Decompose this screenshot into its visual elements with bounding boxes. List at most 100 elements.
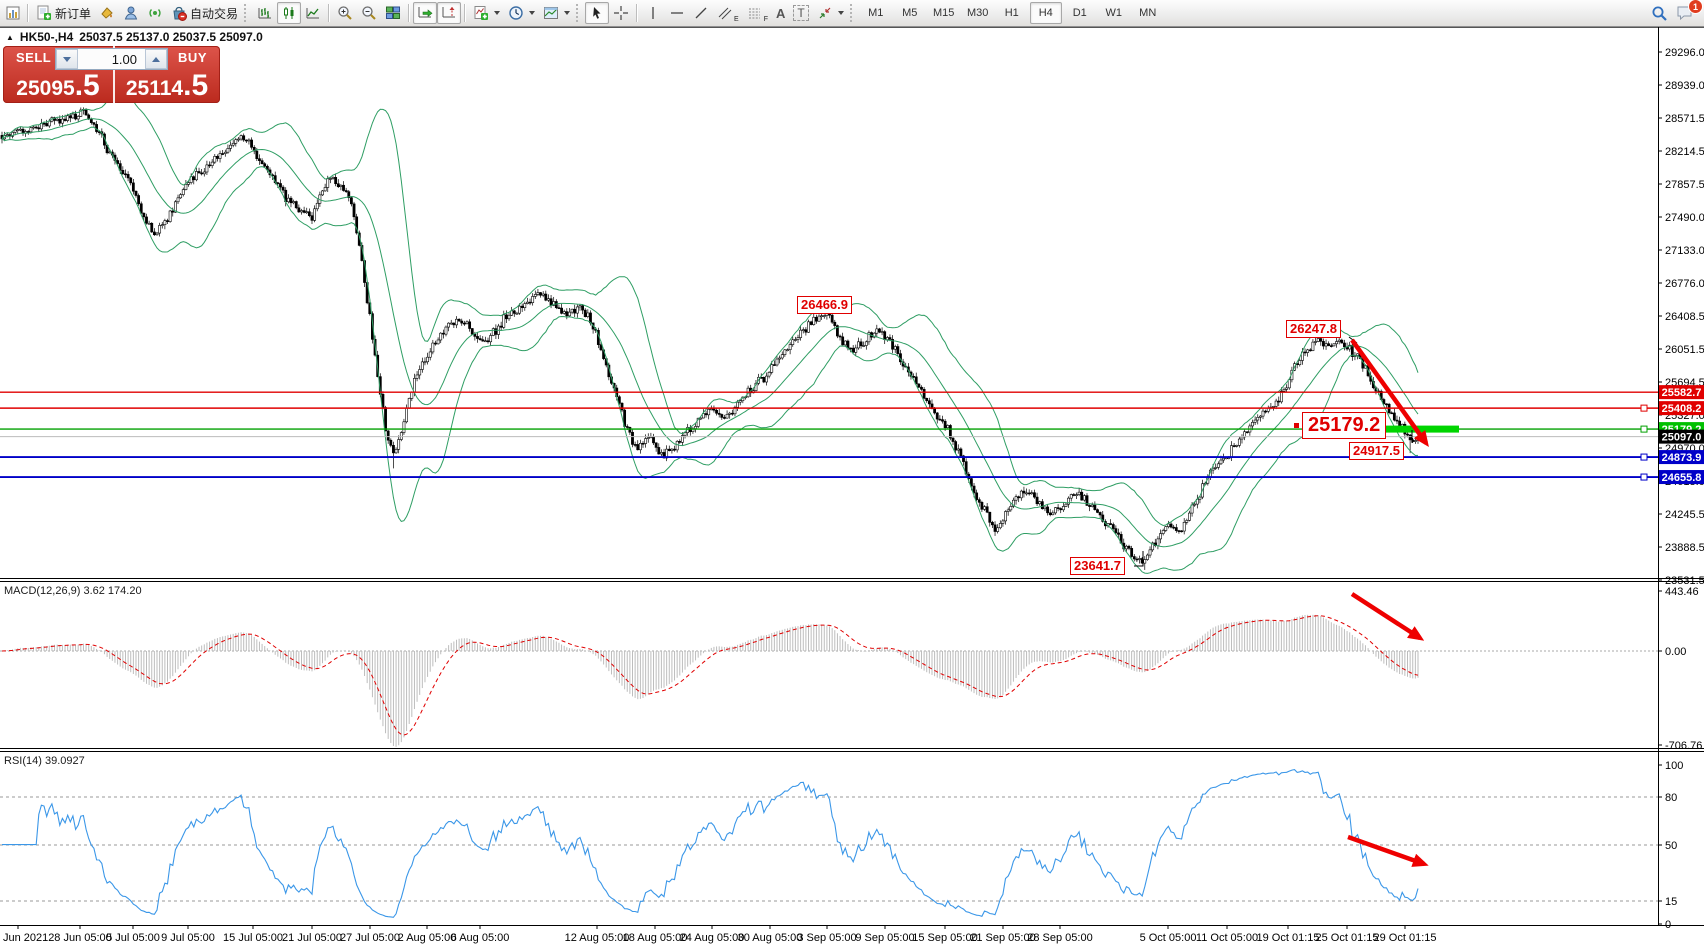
crosshair-tool-button[interactable] <box>609 2 633 24</box>
date-label: 15 Sep 05:00 <box>912 932 977 944</box>
tile-windows-button[interactable] <box>381 2 405 24</box>
vertical-line-tool-button[interactable] <box>641 2 665 24</box>
tile-windows-icon <box>385 5 401 21</box>
sell-price-frac: .5 <box>75 75 100 97</box>
annotation-high-september[interactable]: 26466.9 <box>797 296 852 314</box>
fibonacci-icon <box>747 5 763 21</box>
volume-value[interactable]: 1.00 <box>78 49 145 69</box>
separator <box>328 4 330 22</box>
line-chart-button[interactable] <box>301 2 325 24</box>
chart-shift-icon <box>441 5 457 21</box>
notifications-button[interactable]: 1 <box>1672 2 1698 24</box>
auto-trading-label: 自动交易 <box>190 5 238 22</box>
notification-badge: 1 <box>1688 0 1703 14</box>
auto-scroll-icon <box>417 5 433 21</box>
chart-shift-button[interactable] <box>437 2 461 24</box>
trendline-tool-button[interactable] <box>689 2 713 24</box>
toolbar: 新订单 自动交易 <box>0 0 1704 27</box>
new-order-button[interactable]: 新订单 <box>32 2 95 24</box>
date-label: 11 Oct 05:00 <box>1196 932 1258 944</box>
buy-button[interactable]: 25114 .5 <box>114 75 220 101</box>
horizontal-line-tool-button[interactable] <box>665 2 689 24</box>
text-tool-button[interactable]: A <box>772 2 789 24</box>
timeframe-D1[interactable]: D1 <box>1064 2 1096 24</box>
arrows-tool-button[interactable] <box>813 2 848 24</box>
date-label: 5 Oct 05:00 <box>1140 932 1197 944</box>
chart-canvas[interactable]: 29296.028939.028571.528214.527857.527490… <box>0 0 1704 947</box>
price-tag-value: 25097.0 <box>1662 432 1702 444</box>
indicators-button[interactable] <box>469 2 504 24</box>
price-tick-label: 27490.0 <box>1665 212 1704 224</box>
sell-button[interactable]: 25095 .5 <box>3 75 113 101</box>
toolbar-grip <box>850 4 855 22</box>
volume-decrease-button[interactable] <box>56 49 78 69</box>
signals-button[interactable] <box>143 2 167 24</box>
date-label: 6 Aug 05:00 <box>451 932 510 944</box>
date-label: 21 Sep 05:00 <box>970 932 1035 944</box>
annotation-october-low[interactable]: 23641.7 <box>1070 557 1125 575</box>
zoom-out-button[interactable] <box>357 2 381 24</box>
auto-scroll-button[interactable] <box>413 2 437 24</box>
toolbar-grip <box>244 4 249 22</box>
timeframe-M5[interactable]: M5 <box>894 2 926 24</box>
annotation-high-october[interactable]: 26247.8 <box>1286 320 1341 338</box>
line-handle[interactable] <box>1641 454 1647 460</box>
clock-icon <box>508 5 524 21</box>
timeframe-M1[interactable]: M1 <box>860 2 892 24</box>
symbol-period-label: HK50-,H4 <box>20 30 73 44</box>
cursor-icon <box>589 5 605 21</box>
indicators-icon <box>473 5 489 21</box>
panel-collapse-icon[interactable]: ▲ <box>6 33 14 42</box>
timeframe-H1[interactable]: H1 <box>996 2 1028 24</box>
price-tick-label: 27857.5 <box>1665 179 1704 191</box>
price-tick-label: 50 <box>1665 840 1677 852</box>
profile-button[interactable] <box>119 2 143 24</box>
price-tag-value: 24873.9 <box>1662 452 1702 464</box>
bar-chart-icon <box>257 5 273 21</box>
zoom-in-icon <box>337 5 353 21</box>
buy-price-main: 25114 <box>126 77 183 101</box>
price-tick-label: 28214.5 <box>1665 146 1704 158</box>
line-handle[interactable] <box>1641 426 1647 432</box>
line-handle[interactable] <box>1641 474 1647 480</box>
thick-green-trendline[interactable] <box>1384 426 1459 433</box>
timeframe-M15[interactable]: M15 <box>928 2 960 24</box>
date-label: 29 Oct 01:15 <box>1374 932 1437 944</box>
date-label: 30 Aug 05:00 <box>738 932 803 944</box>
sell-button-label[interactable]: SELL <box>16 50 51 65</box>
price-tick-label: 26408.5 <box>1665 311 1704 323</box>
vertical-line-icon <box>645 5 661 21</box>
date-label: 24 Aug 05:00 <box>680 932 745 944</box>
timeframe-M30[interactable]: M30 <box>962 2 994 24</box>
styles-bucket-button[interactable] <box>95 2 119 24</box>
candlestick-chart-button[interactable] <box>277 2 301 24</box>
search-button[interactable] <box>1647 2 1672 24</box>
price-tag-value: 25408.2 <box>1662 403 1702 415</box>
dropdown-caret-icon <box>564 11 570 15</box>
periods-button[interactable] <box>504 2 539 24</box>
mini-chart-icon <box>6 6 20 20</box>
separator <box>464 4 466 22</box>
timeframe-group: M1M5M15M30H1H4D1W1MN <box>859 2 1165 24</box>
timeframe-H4[interactable]: H4 <box>1030 2 1062 24</box>
cursor-tool-button[interactable] <box>585 2 609 24</box>
auto-trading-button[interactable]: 自动交易 <box>167 2 242 24</box>
annotation-recent-low[interactable]: 24917.5 <box>1349 442 1404 460</box>
templates-button[interactable] <box>539 2 574 24</box>
zoom-in-button[interactable] <box>333 2 357 24</box>
annotation-key-level[interactable]: 25179.2 <box>1302 412 1386 439</box>
volume-stepper[interactable]: 1.00 <box>55 48 168 70</box>
label-tool-button[interactable]: T <box>789 2 812 24</box>
equidistant-channel-tool-button[interactable]: E <box>713 2 743 24</box>
sell-price-main: 25095 <box>16 77 74 101</box>
date-label: 19 Oct 01:15 <box>1257 932 1320 944</box>
one-click-trading-panel: SELL BUY 1.00 25095 .5 25114 .5 <box>3 46 220 103</box>
bar-chart-button[interactable] <box>253 2 277 24</box>
timeframe-MN[interactable]: MN <box>1132 2 1164 24</box>
trendline-icon <box>693 5 709 21</box>
line-handle[interactable] <box>1641 405 1647 411</box>
timeframe-W1[interactable]: W1 <box>1098 2 1130 24</box>
buy-button-label[interactable]: BUY <box>178 50 207 65</box>
volume-increase-button[interactable] <box>145 49 167 69</box>
fibonacci-tool-button[interactable]: F <box>743 2 772 24</box>
